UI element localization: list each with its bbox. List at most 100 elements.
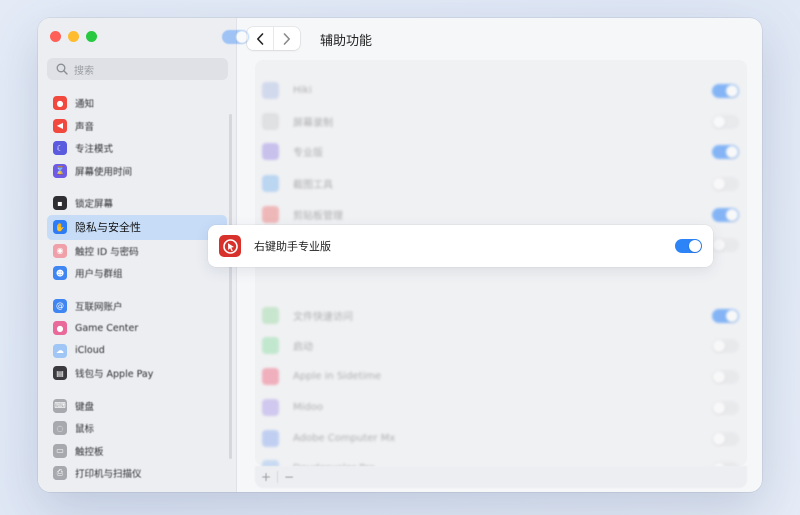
app-toggle[interactable] <box>712 114 739 129</box>
sidebar-item-6[interactable]: ◉ 触控 ID 与密码 <box>47 240 227 263</box>
app-label: Hiki <box>293 85 312 96</box>
app-row[interactable]: Hiki <box>255 75 747 106</box>
sidebar-item-15[interactable]: ⎙ 打印机与扫描仪 <box>47 462 227 485</box>
app-label: 屏幕录制 <box>293 118 333 129</box>
focused-app-row[interactable]: 右键助手专业版 <box>208 225 713 267</box>
sidebar-item-label: 声音 <box>75 121 95 133</box>
app-icon <box>262 337 279 354</box>
app-icon <box>262 307 279 324</box>
app-icon <box>262 113 279 130</box>
trackpad-icon: ▭ <box>53 443 67 458</box>
app-icon <box>262 430 279 447</box>
sidebar-item-14[interactable]: ▭ 触控板 <box>47 440 227 463</box>
hand-icon: ✋ <box>53 220 67 234</box>
app-row[interactable]: Apple in Sidetime <box>255 361 747 392</box>
wallet-icon: ▤ <box>53 366 67 381</box>
hourglass-icon: ⌛ <box>53 163 67 178</box>
window-controls <box>50 31 97 42</box>
sidebar-item-7[interactable]: ☻ 用户与群组 <box>47 262 227 285</box>
app-icon <box>262 206 279 223</box>
page-title: 辅助功能 <box>320 34 373 49</box>
toolbar: 辅助功能 <box>222 18 762 60</box>
moon-icon: ☾ <box>53 141 67 156</box>
mouse-icon: ◌ <box>53 421 67 436</box>
remove-button[interactable]: − <box>278 470 300 484</box>
at-icon: @ <box>53 298 67 313</box>
cloud-icon: ☁ <box>53 343 67 358</box>
header-toggle[interactable] <box>222 30 249 44</box>
app-row[interactable]: 专业版 <box>255 136 747 167</box>
sidebar-item-2[interactable]: ☾ 专注模式 <box>47 137 227 160</box>
app-label: 专业版 <box>293 148 323 159</box>
search-placeholder: 搜索 <box>74 65 94 77</box>
app-toggle[interactable] <box>712 83 739 98</box>
sidebar-item-label: Game Center <box>75 322 139 334</box>
search-input[interactable]: 搜索 <box>47 58 228 80</box>
app-label: Midoo <box>293 402 323 413</box>
minimize-button[interactable] <box>68 31 79 42</box>
bell-icon: ● <box>53 96 67 111</box>
sidebar-item-label: 触控板 <box>75 446 104 458</box>
sidebar-item-label: 钱包与 Apple Pay <box>75 369 154 381</box>
app-permission-list: Hiki屏幕录制专业版截图工具剪贴板管理窗口工具文件快速访问启动Apple in… <box>255 60 747 490</box>
back-button[interactable] <box>247 27 274 50</box>
chevron-left-icon <box>256 32 264 45</box>
speaker-icon: ◀ <box>53 118 67 133</box>
sidebar-item-8[interactable]: @ 互联网账户 <box>47 295 227 318</box>
close-button[interactable] <box>50 31 61 42</box>
right-click-assistant-icon <box>219 235 241 257</box>
sidebar-item-label: 隐私与安全性 <box>75 221 141 234</box>
app-icon <box>262 143 279 160</box>
game-center-icon: ● <box>53 321 67 336</box>
sidebar-item-1[interactable]: ◀ 声音 <box>47 115 227 138</box>
app-row[interactable]: 屏幕录制 <box>255 106 747 137</box>
sidebar-item-label: 用户与群组 <box>75 269 123 281</box>
sidebar-item-12[interactable]: ⌨ 键盘 <box>47 395 227 418</box>
zoom-button[interactable] <box>86 31 97 42</box>
app-label: 文件快速访问 <box>293 312 353 323</box>
sidebar-item-0[interactable]: ● 通知 <box>47 92 227 115</box>
sidebar-scrollbar[interactable] <box>229 114 232 459</box>
app-toggle[interactable] <box>712 369 739 384</box>
app-row[interactable]: Adobe Computer Mx <box>255 423 747 454</box>
sidebar-item-label: 屏幕使用时间 <box>75 166 133 178</box>
sidebar-item-label: iCloud <box>75 345 105 357</box>
app-toggle[interactable] <box>712 176 739 191</box>
sidebar-item-9[interactable]: ● Game Center <box>47 317 227 340</box>
sidebar-item-13[interactable]: ◌ 鼠标 <box>47 417 227 440</box>
sidebar-item-label: 通知 <box>75 99 95 111</box>
sidebar-item-label: 键盘 <box>75 401 95 413</box>
chevron-right-icon <box>283 32 290 45</box>
app-label: 剪贴板管理 <box>293 211 343 222</box>
sidebar-item-3[interactable]: ⌛ 屏幕使用时间 <box>47 160 227 183</box>
app-row[interactable]: 启动 <box>255 330 747 361</box>
app-toggle[interactable] <box>712 338 739 353</box>
sidebar-item-label: 触控 ID 与密码 <box>75 246 139 258</box>
app-toggle[interactable] <box>712 431 739 446</box>
sidebar-item-11[interactable]: ▤ 钱包与 Apple Pay <box>47 362 227 385</box>
printer-icon: ⎙ <box>53 466 67 481</box>
app-row[interactable]: 文件快速访问 <box>255 300 747 331</box>
add-button[interactable]: + <box>255 470 277 484</box>
app-toggle[interactable] <box>712 237 739 252</box>
sidebar-item-4[interactable]: ▪ 锁定屏幕 <box>47 192 227 215</box>
sidebar-item-5[interactable]: ✋ 隐私与安全性 <box>47 214 227 240</box>
app-toggle[interactable] <box>712 207 739 222</box>
fingerprint-icon: ◉ <box>53 243 67 258</box>
app-icon <box>262 175 279 192</box>
app-label: 启动 <box>293 342 313 353</box>
app-row[interactable]: 截图工具 <box>255 168 747 199</box>
app-row[interactable]: Midoo <box>255 392 747 423</box>
app-toggle[interactable] <box>712 308 739 323</box>
hiki-icon <box>262 82 279 99</box>
sidebar-item-label: 专注模式 <box>75 144 114 156</box>
app-label: Apple in Sidetime <box>293 371 382 382</box>
app-toggle[interactable] <box>712 144 739 159</box>
app-toggle[interactable] <box>712 400 739 415</box>
sidebar-item-10[interactable]: ☁ iCloud <box>47 340 227 363</box>
app-icon <box>262 399 279 416</box>
app-toggle[interactable] <box>675 239 702 253</box>
app-icon <box>262 368 279 385</box>
forward-button[interactable] <box>274 27 301 50</box>
sidebar-item-label: 锁定屏幕 <box>75 199 114 211</box>
